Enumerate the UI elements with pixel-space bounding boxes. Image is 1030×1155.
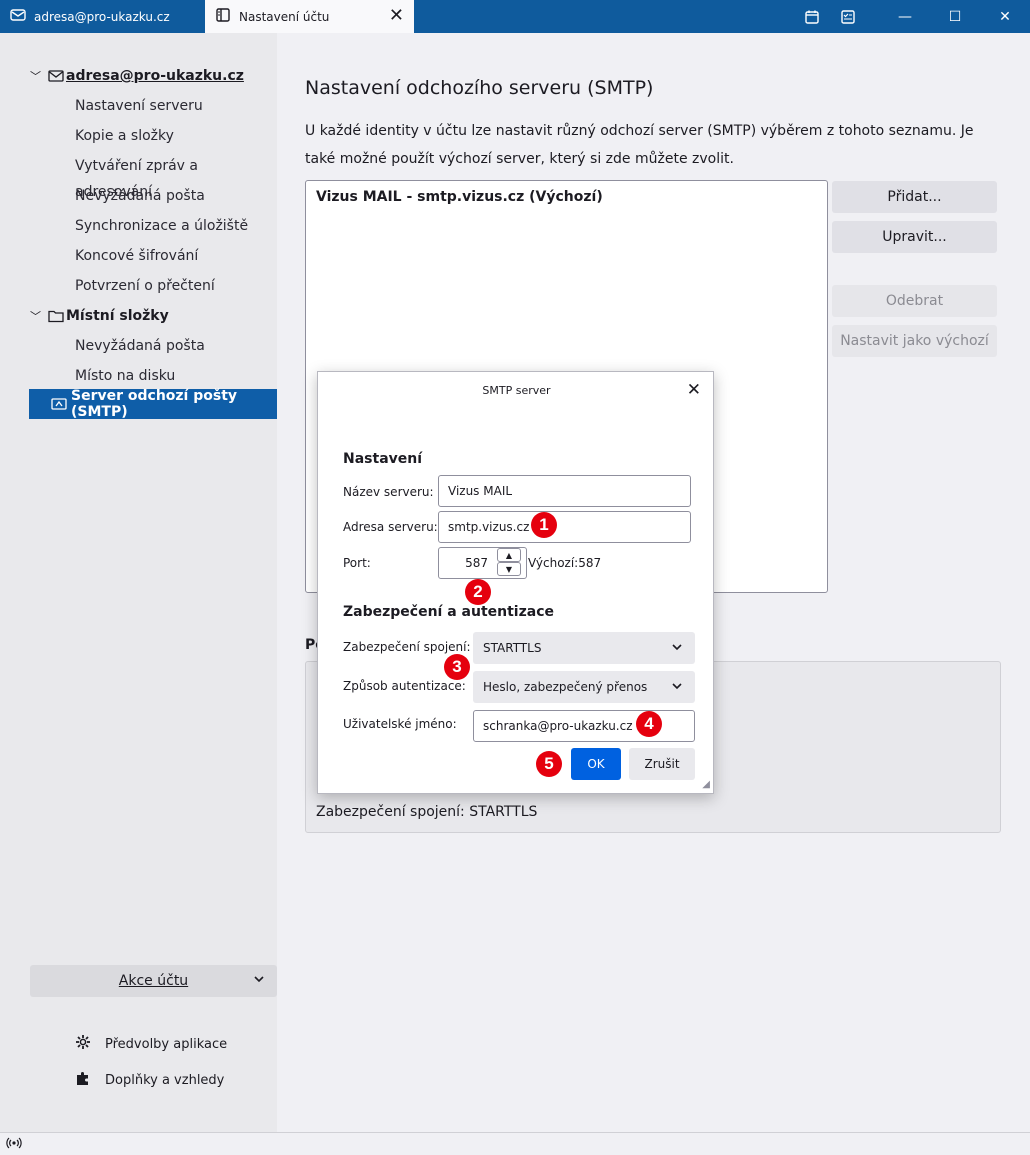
cancel-button[interactable]: Zrušit xyxy=(629,748,695,780)
set-default-button-label: Nastavit jako výchozí xyxy=(840,333,989,349)
server-name-field[interactable]: Vizus MAIL xyxy=(438,475,691,507)
conn-security-label: Zabezpečení spojení: xyxy=(343,640,471,654)
settings-heading: Nastavení xyxy=(343,451,423,467)
sidebar-item-server-settings[interactable]: Nastavení serveru xyxy=(75,93,203,119)
add-button[interactable]: Přidat... xyxy=(832,181,997,213)
resize-grip-icon[interactable]: ◢ xyxy=(702,779,710,790)
status-bar xyxy=(0,1132,1030,1155)
chevron-down-icon[interactable]: ﹀ xyxy=(30,308,44,324)
conn-security-select[interactable]: STARTTLS xyxy=(473,632,695,664)
annotation-badge: 4 xyxy=(636,711,662,737)
edit-button-label: Upravit... xyxy=(882,229,947,245)
server-address-field[interactable]: smtp.vizus.cz xyxy=(438,511,691,543)
account-actions-button[interactable]: Akce účtu xyxy=(30,965,277,997)
sidebar-account-label: adresa@pro-ukazku.cz xyxy=(66,68,244,84)
maximize-icon[interactable]: ☐ xyxy=(930,0,980,33)
server-address-label: Adresa serveru: xyxy=(343,520,438,534)
tab-account-settings-label: Nastavení účtu xyxy=(239,9,330,24)
ok-button-label: OK xyxy=(587,757,605,771)
sidebar-item-e2ee[interactable]: Koncové šifrování xyxy=(75,243,198,269)
close-tab-icon[interactable]: ✕ xyxy=(389,7,404,25)
close-icon[interactable]: ✕ xyxy=(980,0,1030,33)
minimize-icon[interactable]: — xyxy=(880,0,930,33)
sidebar-item-sync[interactable]: Synchronizace a úložiště xyxy=(75,213,248,239)
close-icon[interactable]: ✕ xyxy=(687,380,701,400)
annotation-badge: 3 xyxy=(444,654,470,680)
username-label: Uživatelské jméno: xyxy=(343,717,457,731)
page-description: U každé identity v účtu lze nastavit růz… xyxy=(305,123,974,167)
tasks-icon[interactable] xyxy=(830,0,866,33)
calendar-icon[interactable] xyxy=(794,0,830,33)
app-preferences-label: Předvolby aplikace xyxy=(105,1036,228,1052)
sidebar-item-local-junk[interactable]: Nevyžádaná pošta xyxy=(75,333,205,359)
app-preferences-link[interactable]: Předvolby aplikace xyxy=(75,1032,227,1056)
chevron-down-icon xyxy=(671,680,683,695)
annotation-badge: 5 xyxy=(536,751,562,777)
tab-mail-label: adresa@pro-ukazku.cz xyxy=(34,9,170,24)
server-name-label: Název serveru: xyxy=(343,485,434,499)
sidebar-local-folders[interactable]: ﹀ Místní složky xyxy=(30,303,169,329)
puzzle-icon xyxy=(75,1070,91,1090)
details-security: Zabezpečení spojení: STARTTLS xyxy=(316,804,538,820)
gear-icon xyxy=(75,1034,91,1054)
sidebar-item-smtp[interactable]: Server odchozí pošty (SMTP) xyxy=(29,388,277,420)
chevron-down-icon[interactable]: ﹀ xyxy=(30,68,44,84)
sidebar-item-junk[interactable]: Nevyžádaná pošta xyxy=(75,183,205,209)
sidebar-item-receipts[interactable]: Potvrzení o přečtení xyxy=(75,273,215,299)
chevron-up-icon[interactable]: ▲ xyxy=(497,548,521,562)
sidebar-item-copies[interactable]: Kopie a složky xyxy=(75,123,174,149)
page-title: Nastavení odchozího serveru (SMTP) xyxy=(305,77,654,99)
smtp-icon xyxy=(51,397,67,411)
edit-button[interactable]: Upravit... xyxy=(832,221,997,253)
account-actions-label: Akce účtu xyxy=(118,973,189,989)
chevron-down-icon xyxy=(671,641,683,656)
chevron-down-icon[interactable]: ▼ xyxy=(497,562,521,576)
mail-icon xyxy=(10,7,26,26)
security-heading: Zabezpečení a autentizace xyxy=(343,604,554,620)
sidebar-item-smtp-label: Server odchozí pošty (SMTP) xyxy=(71,388,238,420)
port-default: Výchozí:587 xyxy=(528,556,602,570)
sidebar-local-label: Místní složky xyxy=(66,308,169,324)
conn-security-value: STARTTLS xyxy=(483,641,542,655)
remove-button-label: Odebrat xyxy=(885,293,944,309)
sidebar-item-disk-space[interactable]: Místo na disku xyxy=(75,363,175,389)
folder-icon xyxy=(48,309,64,323)
remove-button[interactable]: Odebrat xyxy=(832,285,997,317)
tab-account-settings[interactable]: Nastavení účtu ✕ xyxy=(205,0,414,33)
sidebar-item-composition[interactable]: Vytváření zpráv a adresování xyxy=(75,153,277,200)
add-button-label: Přidat... xyxy=(887,189,942,205)
addons-label: Doplňky a vzhledy xyxy=(105,1072,225,1088)
tab-mail[interactable]: adresa@pro-ukazku.cz xyxy=(0,0,205,33)
port-label: Port: xyxy=(343,556,371,570)
auth-method-label: Způsob autentizace: xyxy=(343,679,466,693)
ok-button[interactable]: OK xyxy=(571,748,621,780)
title-bar: adresa@pro-ukazku.cz Nastavení účtu ✕ — … xyxy=(0,0,1030,33)
dialog-title: SMTP server xyxy=(482,384,551,397)
tab-settings-icon xyxy=(215,7,231,26)
annotation-badge: 2 xyxy=(465,579,491,605)
sidebar-account[interactable]: ﹀ adresa@pro-ukazku.cz xyxy=(30,63,244,89)
auth-method-select[interactable]: Heslo, zabezpečený přenos xyxy=(473,671,695,703)
auth-method-value: Heslo, zabezpečený přenos xyxy=(483,680,648,694)
sidebar: ﹀ adresa@pro-ukazku.cz Nastavení serveru… xyxy=(0,33,277,1132)
cancel-button-label: Zrušit xyxy=(644,757,680,771)
port-stepper[interactable]: ▲ ▼ xyxy=(497,548,525,576)
list-item[interactable]: Vizus MAIL - smtp.vizus.cz (Výchozí) xyxy=(306,181,827,213)
chevron-down-icon xyxy=(253,973,265,989)
annotation-badge: 1 xyxy=(531,512,557,538)
addons-link[interactable]: Doplňky a vzhledy xyxy=(75,1068,224,1092)
mail-icon xyxy=(48,69,64,83)
online-status-icon[interactable] xyxy=(6,1136,22,1153)
set-default-button[interactable]: Nastavit jako výchozí xyxy=(832,325,997,357)
